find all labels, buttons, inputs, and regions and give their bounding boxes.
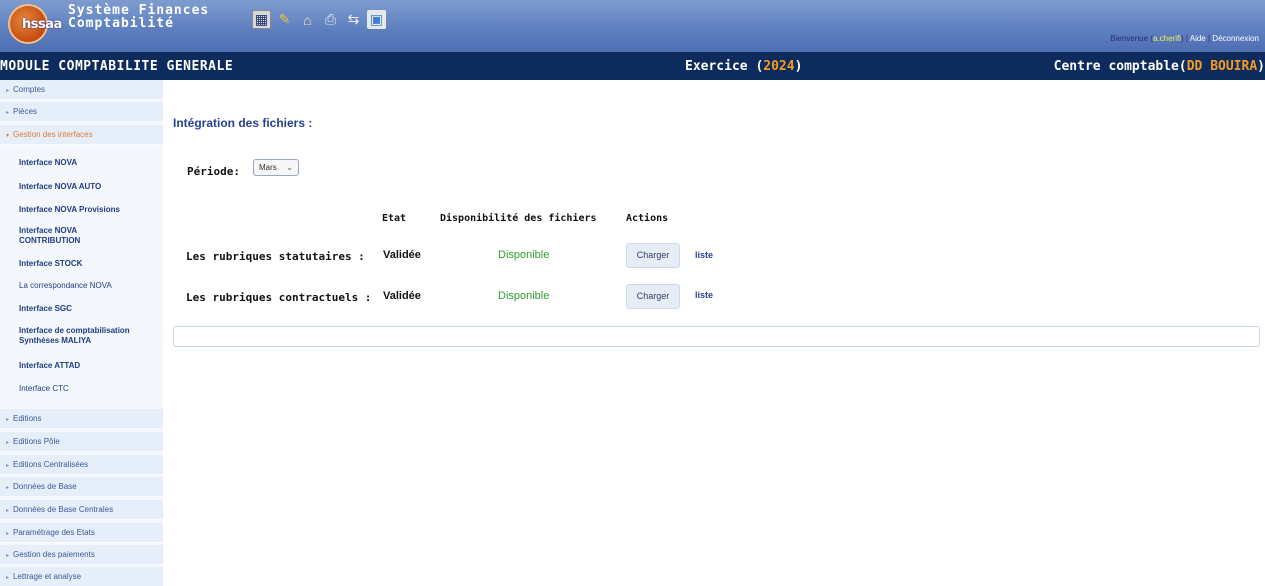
username: a.cherifi: [1152, 34, 1181, 43]
sidebar-subitem-stock[interactable]: Interface STOCK: [19, 259, 159, 269]
result-panel: [173, 326, 1260, 347]
row-label-statutaires: Les rubriques statutaires :: [186, 250, 365, 263]
chevron-right-icon: ▸: [6, 485, 10, 491]
sidebar-item-donnees-base-centrales[interactable]: ▸ Données de Base Centrales: [0, 500, 163, 520]
module-title: MODULE COMPTABILITE GENERALE: [0, 59, 234, 74]
print-icon[interactable]: ⎙: [321, 10, 340, 29]
charger-button[interactable]: Charger: [626, 243, 680, 268]
calculator-icon[interactable]: ▦: [252, 10, 271, 29]
chevron-right-icon: ▸: [6, 110, 10, 116]
top-banner: hssaa Système Finances Comptabilité ▦ ✎ …: [0, 0, 1265, 52]
home-icon[interactable]: ⌂: [298, 10, 317, 29]
chevron-right-icon: ▸: [6, 440, 10, 446]
sidebar-item-lettrage-analyse[interactable]: ▸ Lettrage et analyse: [0, 567, 163, 586]
chevron-right-icon: ▸: [6, 575, 10, 581]
separator: |: [1207, 34, 1211, 43]
monitor-icon[interactable]: ▣: [367, 10, 386, 29]
row-etat: Validée: [383, 290, 421, 302]
app-logo[interactable]: hssaa: [6, 4, 64, 46]
section-title: Intégration des fichiers :: [173, 116, 313, 130]
centre-comptable: Centre comptable(DD BOUIRA): [1053, 59, 1265, 74]
app-title-line2: Comptabilité: [68, 16, 174, 31]
sidebar-subitem-maliya[interactable]: Interface de comptabilisation Synthèses …: [19, 326, 149, 346]
chevron-right-icon: ▸: [6, 88, 10, 94]
sidebar: ▸ Comptes ▸ Pièces ▾ Gestion des interfaces…: [0, 80, 163, 586]
sidebar-subitem-nova[interactable]: Interface NOVA: [19, 158, 159, 168]
centre-name: DD BOUIRA: [1186, 59, 1258, 74]
module-header: MODULE COMPTABILITE GENERALE Exercice (2…: [0, 52, 1265, 80]
sidebar-subitem-sgc[interactable]: Interface SGC: [19, 304, 159, 314]
chevron-down-icon: ▾: [6, 133, 10, 139]
row-label-contractuels: Les rubriques contractuels :: [186, 291, 372, 304]
sidebar-item-editions-pole[interactable]: ▸ Editions Pôle: [0, 432, 163, 452]
separator: |: [1185, 34, 1188, 43]
sidebar-item-gestion-paiements[interactable]: ▸ Gestion des paiements: [0, 545, 163, 565]
sidebar-subitem-ctc[interactable]: Interface CTC: [19, 384, 159, 394]
welcome-suffix: ): [1180, 34, 1184, 43]
chevron-down-icon: ⌄: [286, 163, 293, 172]
sidebar-item-editions-centralisees[interactable]: ▸ Editions Centralisées: [0, 455, 163, 475]
sidebar-item-gestion-interfaces[interactable]: ▾ Gestion des interfaces: [0, 125, 163, 145]
row-disponibilite: Disponible: [498, 249, 550, 261]
sidebar-item-editions[interactable]: ▸ Editions: [0, 409, 163, 429]
chevron-right-icon: ▸: [6, 531, 10, 537]
column-header-actions: Actions: [626, 213, 669, 224]
chevron-right-icon: ▸: [6, 508, 10, 514]
sidebar-item-donnees-base[interactable]: ▸ Données de Base: [0, 477, 163, 497]
arrows-icon[interactable]: ⇆: [344, 10, 363, 29]
sidebar-subitem-correspondance-nova[interactable]: La correspondance NOVA: [19, 281, 159, 291]
chevron-right-icon: ▸: [6, 553, 10, 559]
deconnexion-link[interactable]: Déconnexion: [1212, 34, 1259, 43]
sidebar-item-parametrage-etats[interactable]: ▸ Paramétrage des Etats: [0, 523, 163, 543]
period-select[interactable]: Mars ⌄: [253, 159, 299, 176]
liste-link[interactable]: liste: [695, 250, 713, 260]
chevron-right-icon: ▸: [6, 463, 10, 469]
welcome-prefix: Bienvenue (: [1110, 34, 1153, 43]
sidebar-subitem-nova-provisions[interactable]: Interface NOVA Provisions: [19, 205, 159, 215]
logo-text: hssaa: [22, 17, 62, 32]
app-title: Système Finances Comptabilité: [68, 4, 209, 30]
aide-link[interactable]: Aide: [1190, 34, 1206, 43]
sidebar-item-pieces[interactable]: ▸ Pièces: [0, 102, 163, 122]
exercice-label: Exercice (2024): [685, 59, 803, 74]
user-links: Bienvenue (a.cherifi) | Aide | Déconnexi…: [1110, 34, 1259, 43]
row-disponibilite: Disponible: [498, 290, 550, 302]
period-label: Période:: [187, 165, 240, 178]
liste-link[interactable]: liste: [695, 290, 713, 300]
exercice-year: 2024: [763, 59, 795, 74]
sidebar-item-comptes[interactable]: ▸ Comptes: [0, 80, 163, 100]
period-select-value: Mars: [259, 163, 277, 172]
chevron-right-icon: ▸: [6, 417, 10, 423]
sidebar-subitem-nova-auto[interactable]: Interface NOVA AUTO: [19, 182, 159, 192]
sidebar-subitem-attad[interactable]: Interface ATTAD: [19, 361, 159, 371]
sidebar-subitem-nova-contribution[interactable]: Interface NOVA CONTRIBUTION: [19, 226, 109, 246]
toolbar: ▦ ✎ ⌂ ⎙ ⇆ ▣: [252, 10, 386, 29]
main-content: Intégration des fichiers : Période: Mars…: [163, 80, 1265, 586]
tools-icon[interactable]: ✎: [275, 10, 294, 29]
column-header-disponibilite: Disponibilité des fichiers: [440, 213, 597, 224]
charger-button[interactable]: Charger: [626, 284, 680, 309]
row-etat: Validée: [383, 249, 421, 261]
column-header-etat: Etat: [382, 213, 407, 224]
